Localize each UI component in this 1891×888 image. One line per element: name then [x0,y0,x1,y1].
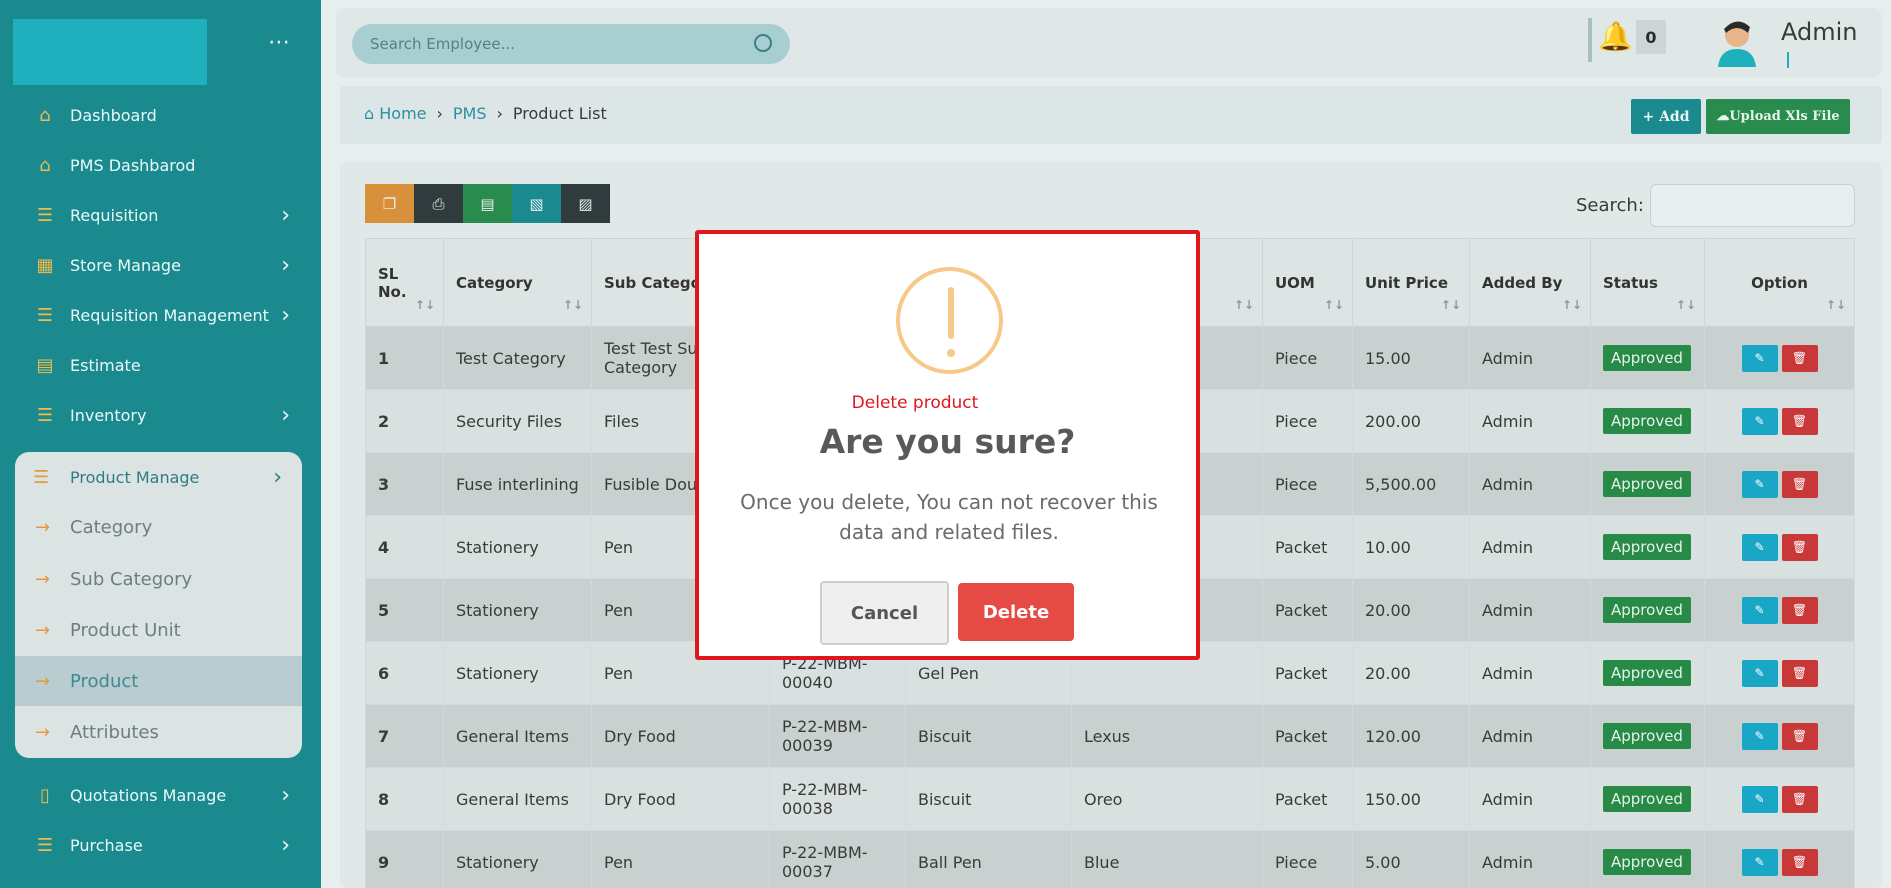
dialog-message: Once you delete, You can not recover thi… [740,490,1158,544]
dialog-label: Delete product [851,393,979,413]
confirm-delete-dialog: Delete product Are you sure? Once you de… [695,230,1200,660]
cancel-button[interactable]: Cancel [820,581,949,645]
warning-icon [896,267,1003,374]
delete-button[interactable]: Delete [958,583,1074,641]
dialog-title: Are you sure? [819,422,1076,461]
